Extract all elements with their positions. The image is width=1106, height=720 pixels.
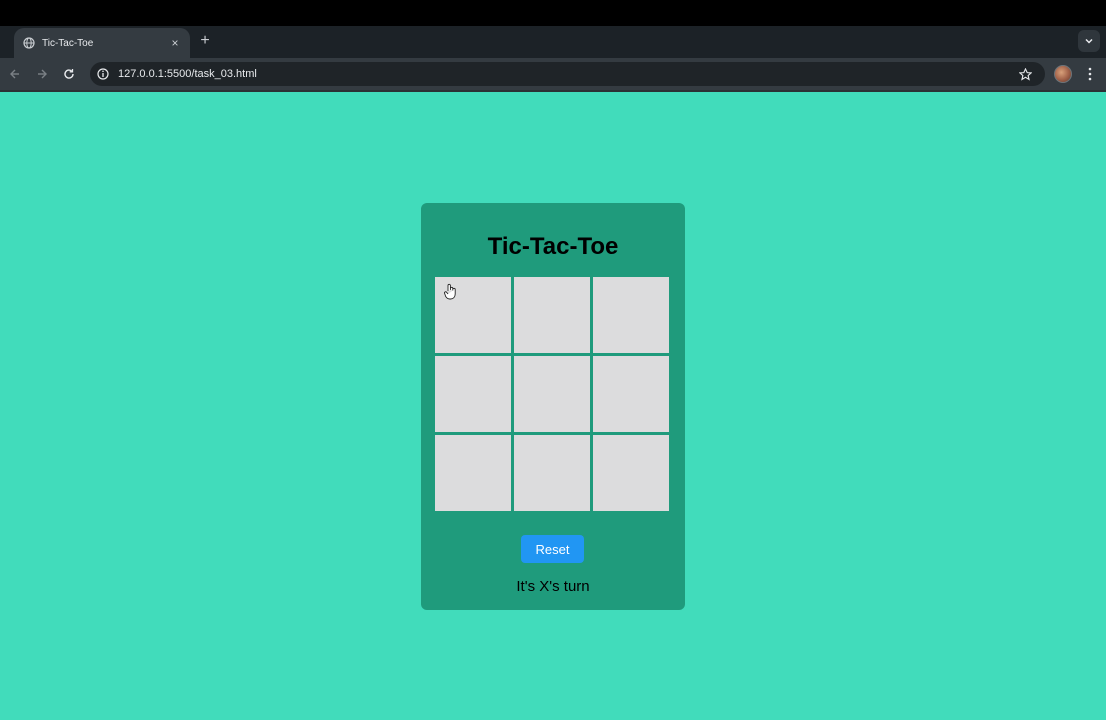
plus-icon[interactable]: + [196, 32, 214, 50]
board-cell-9[interactable] [593, 435, 669, 511]
address-bar[interactable]: 127.0.0.1:5500/task_03.html [90, 62, 1045, 86]
browser-tab[interactable]: Tic-Tac-Toe × [14, 28, 190, 58]
close-icon[interactable]: × [168, 36, 182, 50]
browser-tab-bar: Tic-Tac-Toe × + [0, 26, 1106, 58]
tab-title: Tic-Tac-Toe [42, 37, 94, 49]
kebab-menu-icon[interactable] [1082, 65, 1098, 83]
board-cell-7[interactable] [435, 435, 511, 511]
reset-button[interactable]: Reset [521, 535, 584, 563]
chevron-down-icon[interactable] [1078, 30, 1100, 52]
game-card: Tic-Tac-Toe Reset It's X's turn [421, 203, 685, 610]
globe-icon [22, 36, 36, 50]
back-arrow-icon[interactable] [6, 65, 24, 83]
board-cell-3[interactable] [593, 277, 669, 353]
info-icon[interactable] [96, 67, 110, 81]
page-title: Tic-Tac-Toe [487, 233, 619, 260]
board-cell-8[interactable] [514, 435, 590, 511]
turn-status: It's X's turn [516, 578, 590, 595]
page-viewport: Tic-Tac-Toe Reset It's X's turn [0, 92, 1106, 720]
board-cell-4[interactable] [435, 356, 511, 432]
reload-icon[interactable] [60, 65, 78, 83]
board-cell-6[interactable] [593, 356, 669, 432]
star-icon[interactable] [1017, 66, 1033, 82]
board-cell-5[interactable] [514, 356, 590, 432]
game-board [435, 277, 670, 512]
forward-arrow-icon[interactable] [33, 65, 51, 83]
profile-avatar[interactable] [1054, 65, 1072, 83]
url-text: 127.0.0.1:5500/task_03.html [118, 68, 257, 80]
board-cell-1[interactable] [435, 277, 511, 353]
screen: Tic-Tac-Toe × + 127.0.0.1:5500/task_03.h… [0, 0, 1106, 720]
browser-toolbar: 127.0.0.1:5500/task_03.html [0, 58, 1106, 90]
board-cell-2[interactable] [514, 277, 590, 353]
